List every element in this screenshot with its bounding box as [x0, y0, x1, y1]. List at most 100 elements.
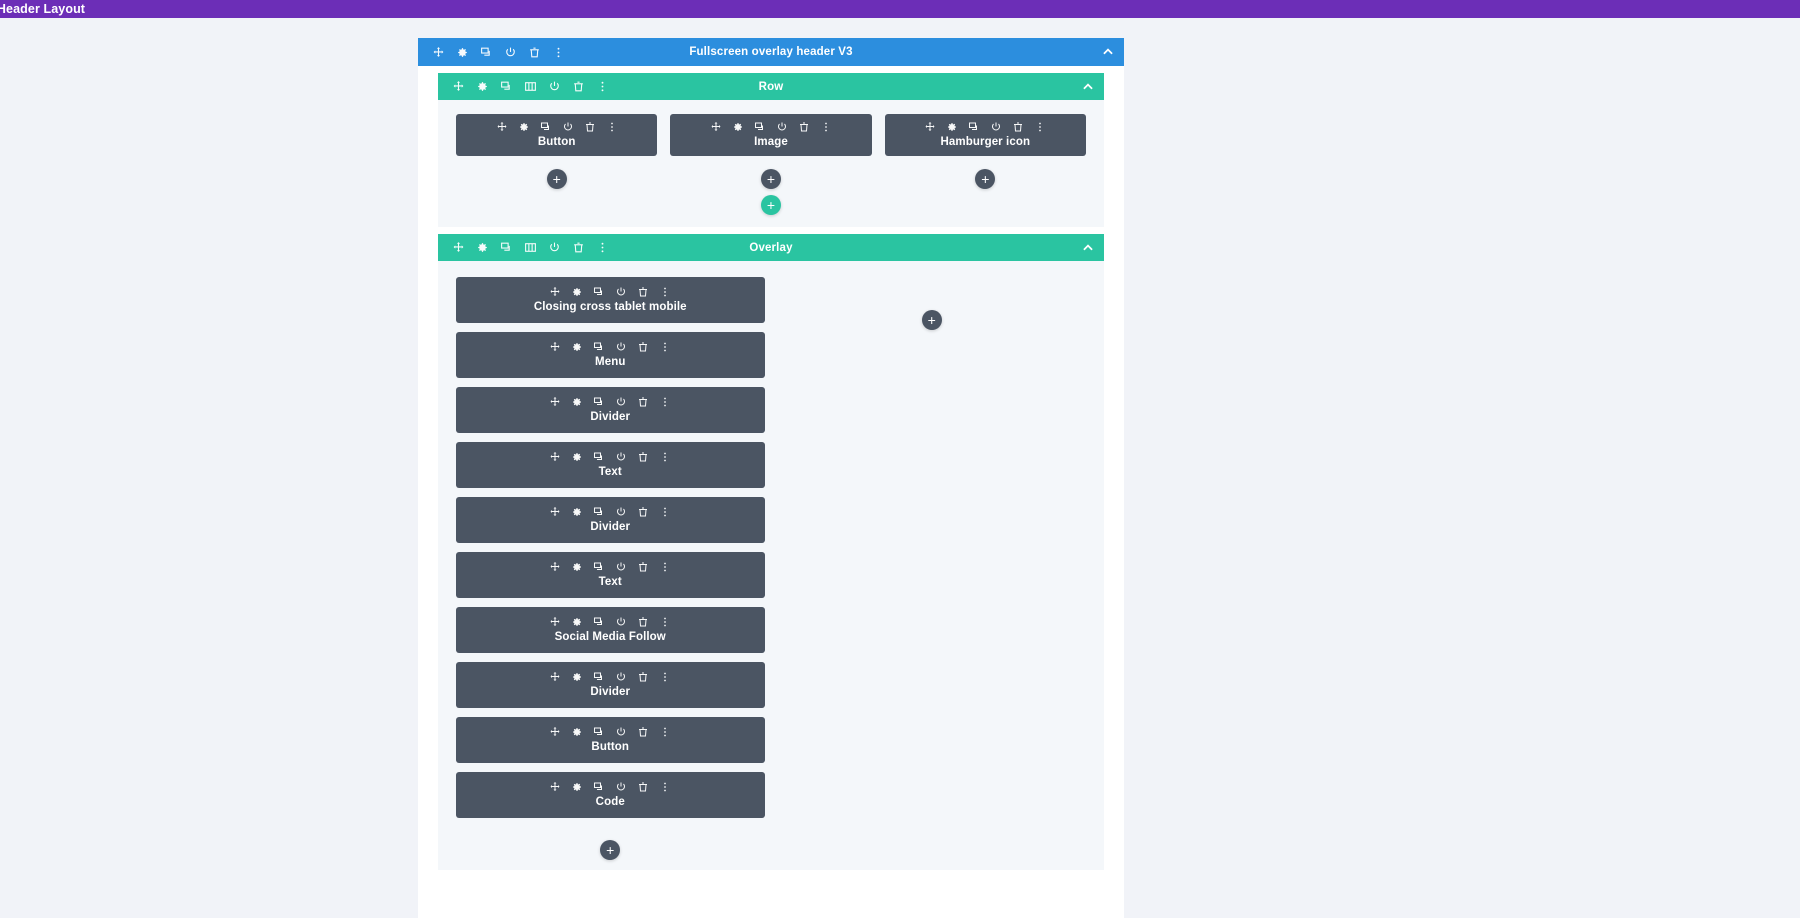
plus-icon[interactable]: + — [546, 169, 567, 189]
trash-icon[interactable] — [798, 121, 810, 133]
module-image[interactable]: Image — [670, 114, 872, 156]
module-button[interactable]: Button — [456, 114, 658, 156]
move-icon[interactable] — [452, 241, 465, 254]
gear-icon[interactable] — [571, 616, 583, 628]
dots-menu-icon[interactable] — [1034, 121, 1046, 133]
trash-icon[interactable] — [637, 396, 649, 408]
trash-icon[interactable] — [584, 121, 596, 133]
power-icon[interactable] — [615, 726, 627, 738]
columns-icon[interactable] — [524, 241, 537, 254]
gear-icon[interactable] — [571, 726, 583, 738]
trash-icon[interactable] — [637, 726, 649, 738]
add-module-button-overlay-column-1[interactable]: + — [600, 840, 621, 860]
duplicate-icon[interactable] — [480, 46, 493, 59]
gear-icon[interactable] — [571, 506, 583, 518]
duplicate-icon[interactable] — [593, 616, 605, 628]
dots-menu-icon[interactable] — [659, 671, 671, 683]
move-icon[interactable] — [549, 286, 561, 298]
trash-icon[interactable] — [637, 616, 649, 628]
dots-menu-icon[interactable] — [659, 341, 671, 353]
module-code[interactable]: Code — [456, 772, 765, 818]
chevron-up-icon[interactable] — [1081, 80, 1095, 94]
dots-menu-icon[interactable] — [659, 616, 671, 628]
chevron-up-icon[interactable] — [1101, 45, 1115, 59]
power-icon[interactable] — [548, 80, 561, 93]
gear-icon[interactable] — [571, 396, 583, 408]
trash-icon[interactable] — [637, 671, 649, 683]
module-hamburger-icon[interactable]: Hamburger icon — [884, 114, 1086, 156]
move-icon[interactable] — [452, 80, 465, 93]
plus-icon[interactable]: + — [761, 195, 781, 215]
move-icon[interactable] — [924, 121, 936, 133]
row-header-row[interactable]: Row — [438, 73, 1104, 100]
duplicate-icon[interactable] — [593, 781, 605, 793]
add-module-button-overlay-column-2[interactable]: + — [921, 310, 942, 330]
section-header-fullscreen-overlay-header-v3[interactable]: Fullscreen overlay header V3 — [418, 38, 1124, 66]
module-divider[interactable]: Divider — [456, 497, 765, 543]
dots-menu-icon[interactable] — [552, 46, 565, 59]
duplicate-icon[interactable] — [593, 396, 605, 408]
dots-menu-icon[interactable] — [820, 121, 832, 133]
duplicate-icon[interactable] — [593, 451, 605, 463]
module-text[interactable]: Text — [456, 552, 765, 598]
trash-icon[interactable] — [637, 781, 649, 793]
gear-icon[interactable] — [476, 80, 489, 93]
gear-icon[interactable] — [476, 241, 489, 254]
module-button[interactable]: Button — [456, 717, 765, 763]
power-icon[interactable] — [615, 781, 627, 793]
gear-icon[interactable] — [946, 121, 958, 133]
add-module-button-column-2[interactable]: + — [760, 169, 781, 189]
trash-icon[interactable] — [637, 451, 649, 463]
dots-menu-icon[interactable] — [659, 396, 671, 408]
move-icon[interactable] — [496, 121, 508, 133]
add-module-button-column-3[interactable]: + — [975, 169, 996, 189]
chevron-up-icon[interactable] — [1081, 241, 1095, 255]
row-header-overlay[interactable]: Overlay — [438, 234, 1104, 261]
gear-icon[interactable] — [732, 121, 744, 133]
dots-menu-icon[interactable] — [606, 121, 618, 133]
module-social-media-follow[interactable]: Social Media Follow — [456, 607, 765, 653]
dots-menu-icon[interactable] — [596, 241, 609, 254]
add-row-button[interactable]: + — [456, 195, 1086, 215]
power-icon[interactable] — [615, 341, 627, 353]
power-icon[interactable] — [615, 396, 627, 408]
move-icon[interactable] — [432, 46, 445, 59]
power-icon[interactable] — [548, 241, 561, 254]
gear-icon[interactable] — [571, 561, 583, 573]
module-text[interactable]: Text — [456, 442, 765, 488]
duplicate-icon[interactable] — [593, 671, 605, 683]
dots-menu-icon[interactable] — [659, 726, 671, 738]
gear-icon[interactable] — [571, 341, 583, 353]
duplicate-icon[interactable] — [500, 80, 513, 93]
plus-icon[interactable]: + — [760, 169, 781, 189]
dots-menu-icon[interactable] — [659, 286, 671, 298]
move-icon[interactable] — [710, 121, 722, 133]
power-icon[interactable] — [615, 671, 627, 683]
move-icon[interactable] — [549, 616, 561, 628]
duplicate-icon[interactable] — [593, 341, 605, 353]
move-icon[interactable] — [549, 341, 561, 353]
gear-icon[interactable] — [571, 781, 583, 793]
module-divider[interactable]: Divider — [456, 662, 765, 708]
duplicate-icon[interactable] — [593, 506, 605, 518]
dots-menu-icon[interactable] — [659, 561, 671, 573]
trash-icon[interactable] — [637, 506, 649, 518]
power-icon[interactable] — [504, 46, 517, 59]
module-closing-cross-tablet-mobile[interactable]: Closing cross tablet mobile — [456, 277, 765, 323]
duplicate-icon[interactable] — [968, 121, 980, 133]
power-icon[interactable] — [615, 616, 627, 628]
power-icon[interactable] — [776, 121, 788, 133]
move-icon[interactable] — [549, 671, 561, 683]
plus-icon[interactable]: + — [975, 169, 996, 189]
gear-icon[interactable] — [571, 286, 583, 298]
power-icon[interactable] — [615, 451, 627, 463]
power-icon[interactable] — [615, 286, 627, 298]
power-icon[interactable] — [615, 561, 627, 573]
duplicate-icon[interactable] — [593, 286, 605, 298]
duplicate-icon[interactable] — [593, 561, 605, 573]
duplicate-icon[interactable] — [540, 121, 552, 133]
duplicate-icon[interactable] — [593, 726, 605, 738]
move-icon[interactable] — [549, 561, 561, 573]
trash-icon[interactable] — [1012, 121, 1024, 133]
duplicate-icon[interactable] — [500, 241, 513, 254]
